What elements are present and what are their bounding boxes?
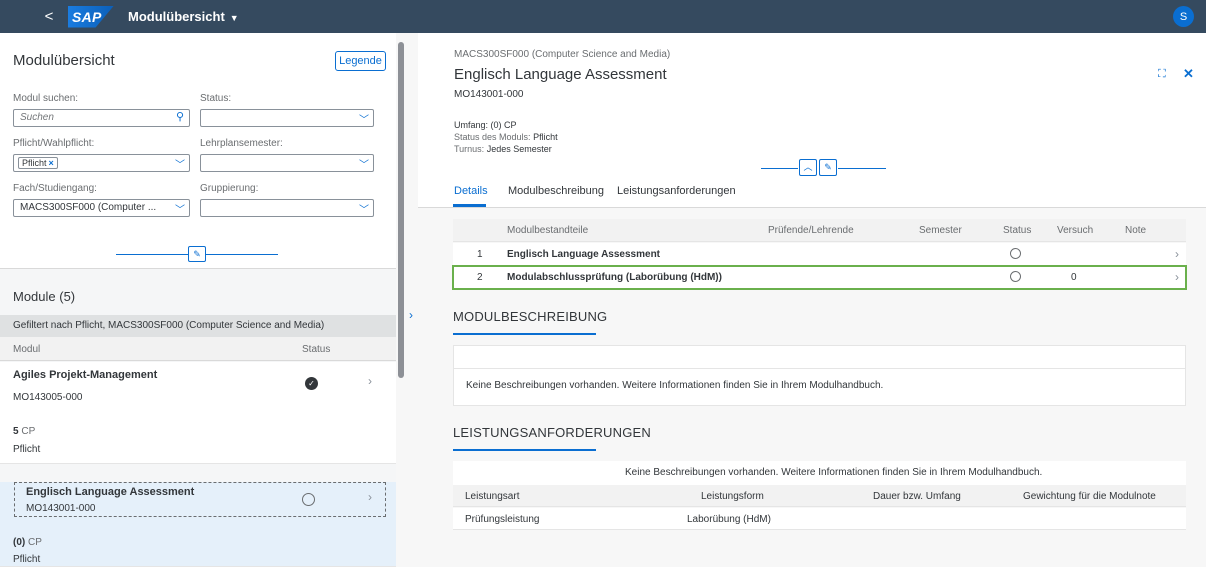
master-pane: Modulübersicht Legende Modul suchen: Suc… — [0, 33, 396, 567]
app-title[interactable]: Modulübersicht — [128, 9, 225, 24]
status-label: Status: — [200, 93, 232, 104]
chevron-right-icon[interactable]: › — [1175, 270, 1179, 284]
chevron-down-icon[interactable]: ﹀ — [175, 156, 185, 171]
active-tab-indicator — [453, 204, 486, 207]
tab-modulbeschreibung[interactable]: Modulbeschreibung — [508, 185, 604, 197]
status-select[interactable]: ﹀ — [200, 109, 374, 127]
chevron-down-icon[interactable]: ﹀ — [359, 201, 369, 216]
search-icon[interactable]: ⚲ — [176, 110, 184, 123]
pflicht-label: Pflicht/Wahlpflicht: — [13, 138, 95, 149]
filter-info-bar: Gefiltert nach Pflicht, MACS300SF000 (Co… — [0, 315, 396, 337]
object-title: Englisch Language Assessment — [454, 66, 667, 83]
gruppierung-select[interactable]: ﹀ — [200, 199, 374, 217]
table-header: Modulbestandteile Prüfende/Lehrende Seme… — [453, 219, 1186, 242]
table-row[interactable]: 1 Englisch Language Assessment › — [453, 243, 1186, 266]
chevron-right-icon[interactable]: › — [368, 374, 372, 388]
section-underline — [453, 449, 596, 451]
shell-bar: < SAP Modulübersicht ▼ S — [0, 0, 1206, 33]
leistung-table-header: Leistungsart Leistungsform Dauer bzw. Um… — [453, 485, 1186, 507]
detail-pane: MACS300SF000 (Computer Science and Media… — [418, 33, 1206, 567]
page-title: Modulübersicht — [13, 52, 115, 69]
pane-splitter[interactable] — [398, 42, 404, 378]
chevron-down-icon[interactable]: ﹀ — [175, 201, 185, 216]
search-input[interactable]: Suchen ⚲ — [13, 109, 190, 127]
sap-logo[interactable]: SAP — [68, 5, 114, 28]
divider — [116, 254, 188, 255]
divider — [206, 254, 278, 255]
user-avatar[interactable]: S — [1173, 6, 1194, 27]
list-column-header: Modul Status — [0, 337, 396, 361]
leistung-message: Keine Beschreibungen vorhanden. Weitere … — [453, 461, 1186, 485]
chevron-down-icon[interactable]: ﹀ — [359, 156, 369, 171]
object-code: MO143001-000 — [454, 89, 524, 100]
turnus-attr: Turnus: Jedes Semester — [454, 144, 552, 154]
module-list: Module (5) Gefiltert nach Pflicht, MACS3… — [0, 269, 396, 567]
section-title-modulbeschreibung: MODULBESCHREIBUNG — [453, 309, 608, 324]
list-title: Module (5) — [13, 289, 76, 304]
remove-token-icon[interactable]: × — [49, 158, 54, 168]
gruppierung-label: Gruppierung: — [200, 183, 259, 194]
tab-details[interactable]: Details — [454, 185, 488, 197]
close-icon[interactable]: ✕ — [1183, 66, 1194, 82]
status-open-icon — [302, 493, 315, 506]
umfang-attr: Umfang: (0) CP — [454, 120, 517, 130]
section-title-leistungsanforderungen: LEISTUNGSANFORDERUNGEN — [453, 425, 651, 440]
list-item[interactable]: Agiles Projekt-Management MO143005-000 ✓… — [0, 362, 396, 464]
fullscreen-icon[interactable]: ⛶ — [1158, 68, 1166, 81]
divider — [838, 168, 886, 169]
fach-select[interactable]: MACS300SF000 (Computer ... ﹀ — [13, 199, 190, 217]
pflicht-token[interactable]: Pflicht × — [18, 157, 58, 169]
status-open-icon — [1010, 248, 1021, 259]
filter-header: Modulübersicht Legende Modul suchen: Suc… — [0, 33, 396, 269]
chevron-right-icon[interactable]: › — [368, 490, 372, 504]
modulbeschreibung-panel: Keine Beschreibungen vorhanden. Weitere … — [453, 345, 1186, 406]
pflicht-multiselect[interactable]: Pflicht × ﹀ — [13, 154, 190, 172]
collapse-header-icon[interactable]: ︿ — [799, 159, 817, 176]
caret-down-icon[interactable]: ▼ — [230, 13, 239, 23]
search-label: Modul suchen: — [13, 93, 79, 104]
header-subtitle: MACS300SF000 (Computer Science and Media… — [454, 49, 671, 60]
chevron-right-icon[interactable]: › — [409, 308, 413, 322]
legend-button[interactable]: Legende — [335, 51, 386, 71]
status-open-icon — [1010, 271, 1021, 282]
list-item-selected[interactable]: Englisch Language Assessment MO143001-00… — [0, 482, 396, 567]
pin-icon[interactable]: ✎ — [819, 159, 837, 176]
pin-icon[interactable]: ✎ — [188, 246, 206, 262]
chevron-down-icon[interactable]: ﹀ — [359, 111, 369, 126]
object-header: MACS300SF000 (Computer Science and Media… — [418, 33, 1206, 208]
fach-label: Fach/Studiengang: — [13, 183, 97, 194]
search-placeholder: Suchen — [20, 112, 54, 123]
status-attr: Status des Moduls: Pflicht — [454, 132, 558, 142]
status-done-icon: ✓ — [305, 377, 318, 390]
lehrplan-select[interactable]: ﹀ — [200, 154, 374, 172]
lehrplan-label: Lehrplansemester: — [200, 138, 283, 149]
table-row[interactable]: Prüfungsleistung Laborübung (HdM) — [453, 508, 1186, 530]
divider — [761, 168, 798, 169]
table-row-highlighted[interactable]: 2 Modulabschlussprüfung (Laborübung (HdM… — [452, 265, 1187, 290]
section-underline — [453, 333, 596, 335]
divider — [454, 368, 1185, 369]
chevron-right-icon[interactable]: › — [1175, 247, 1179, 261]
back-icon[interactable]: < — [38, 8, 60, 25]
tab-leistungsanforderungen[interactable]: Leistungsanforderungen — [617, 185, 736, 197]
